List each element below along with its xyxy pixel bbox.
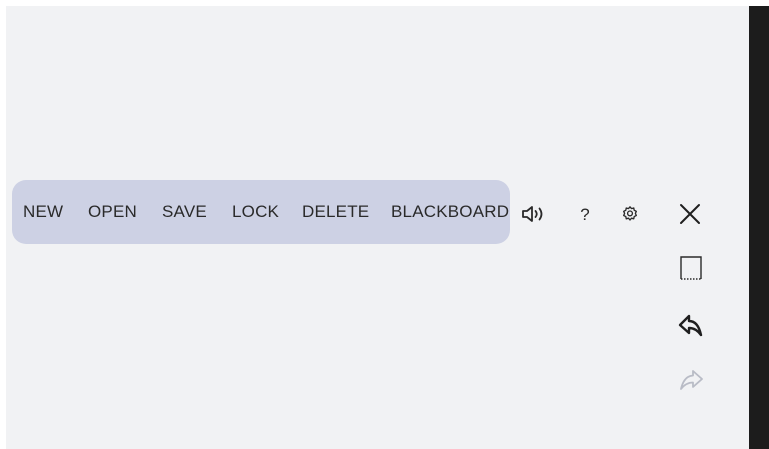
undo-button[interactable] [676, 311, 706, 341]
page-bottom-icon [680, 256, 702, 280]
menu-new-button[interactable]: NEW [23, 180, 63, 244]
help-button[interactable]: ? [575, 202, 595, 226]
window-edge [749, 6, 769, 449]
close-button[interactable] [676, 200, 704, 228]
page-bottom-button[interactable] [677, 254, 705, 284]
menu-save-button[interactable]: SAVE [162, 180, 207, 244]
menu-delete-button[interactable]: DELETE [302, 180, 369, 244]
gear-icon [623, 206, 637, 221]
menu-lock-button[interactable]: LOCK [232, 180, 279, 244]
menu-blackboard-button[interactable]: BLACKBOARD [391, 180, 509, 244]
speaker-button[interactable] [520, 202, 548, 226]
speaker-icon [522, 206, 543, 222]
close-icon [680, 204, 700, 224]
help-icon: ? [580, 204, 590, 224]
settings-button[interactable] [618, 202, 642, 226]
undo-icon [678, 314, 703, 337]
menu-open-button[interactable]: OPEN [88, 180, 137, 244]
redo-button[interactable] [676, 366, 706, 396]
redo-icon [680, 370, 703, 390]
